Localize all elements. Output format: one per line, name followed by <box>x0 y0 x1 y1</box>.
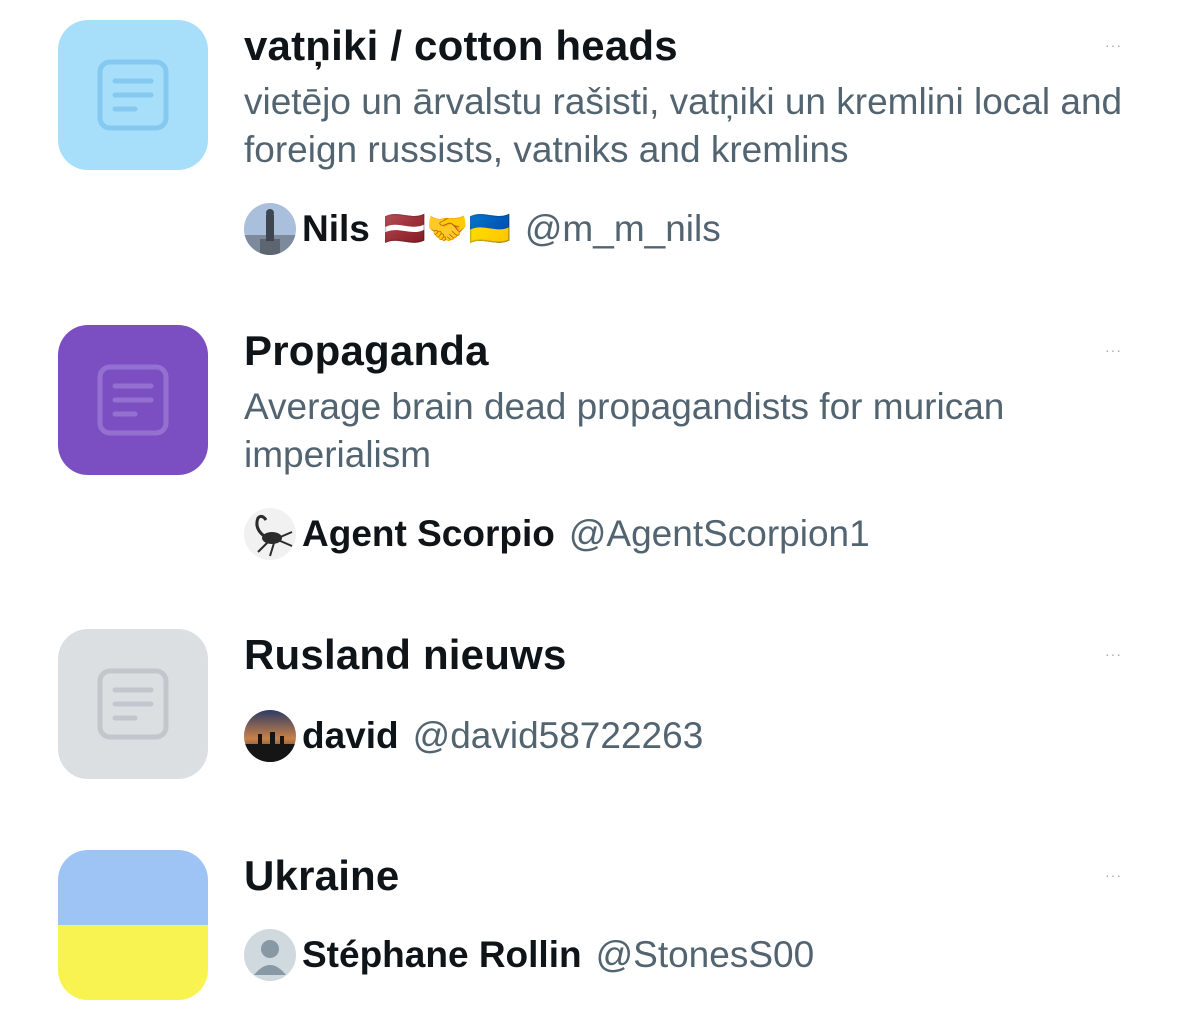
sunset-avatar-icon <box>244 710 296 762</box>
list-thumbnail <box>58 325 208 475</box>
owner-handle: @m_m_nils <box>524 208 721 249</box>
list-thumbnail <box>58 20 208 170</box>
list-title: vatņiki / cotton heads <box>244 22 678 69</box>
avatar[interactable] <box>244 203 296 255</box>
owner-handle: @StonesS00 <box>595 934 815 975</box>
owner-name: Stéphane Rollin <box>302 934 582 975</box>
flag-blue-stripe <box>58 850 208 925</box>
list-document-icon <box>97 668 169 740</box>
list-document-icon <box>97 364 169 436</box>
list-owner[interactable]: david @david58722263 <box>244 709 703 763</box>
avatar[interactable] <box>244 929 296 981</box>
list-description: vietējo un ārvalstu rašisti, vatņiki un … <box>244 81 1123 170</box>
owner-emoji-flags: 🇱🇻🤝🇺🇦 <box>383 210 511 248</box>
list-thumbnail-ukraine-flag <box>58 850 208 1000</box>
list-description: Average brain dead propagandists for mur… <box>244 386 1005 475</box>
list-content: Rusland nieuws <box>244 629 1140 681</box>
owner-name: Agent Scorpio <box>302 513 555 554</box>
list-content: Propaganda Average brain dead propagandi… <box>244 325 1140 479</box>
owner-handle: @AgentScorpion1 <box>568 513 870 554</box>
more-options-icon[interactable]: ··· <box>1105 38 1122 52</box>
list-content: vatņiki / cotton heads vietējo un ārvals… <box>244 20 1140 174</box>
list-item[interactable]: Rusland nieuws david @david58722263 ··· <box>0 629 1200 789</box>
list-item[interactable]: vatņiki / cotton heads vietējo un ārvals… <box>0 20 1200 300</box>
more-options-icon[interactable]: ··· <box>1105 647 1122 661</box>
list-content: Ukraine <box>244 850 1140 902</box>
flag-yellow-stripe <box>58 925 208 1000</box>
owner-name: david <box>302 715 399 756</box>
avatar[interactable] <box>244 710 296 762</box>
list-title: Propaganda <box>244 327 489 374</box>
list-title: Rusland nieuws <box>244 631 567 678</box>
list-item[interactable]: Ukraine Stéphane Rollin @StonesS00 ··· <box>0 850 1200 1010</box>
list-document-icon <box>97 59 169 131</box>
more-options-icon[interactable]: ··· <box>1105 343 1122 357</box>
list-owner[interactable]: Nils 🇱🇻🤝🇺🇦 @m_m_nils <box>244 202 721 256</box>
owner-name: Nils <box>302 208 370 249</box>
list-owner[interactable]: Agent Scorpio @AgentScorpion1 <box>244 507 870 561</box>
list-owner[interactable]: Stéphane Rollin @StonesS00 <box>244 928 814 982</box>
more-options-icon[interactable]: ··· <box>1105 868 1122 882</box>
list-title: Ukraine <box>244 852 400 899</box>
default-person-avatar-icon <box>244 929 296 981</box>
avatar[interactable] <box>244 508 296 560</box>
list-item[interactable]: Propaganda Average brain dead propagandi… <box>0 325 1200 605</box>
owner-handle: @david58722263 <box>412 715 704 756</box>
scorpion-avatar-icon <box>244 508 296 560</box>
list-thumbnail <box>58 629 208 779</box>
statue-avatar-icon <box>244 203 296 255</box>
